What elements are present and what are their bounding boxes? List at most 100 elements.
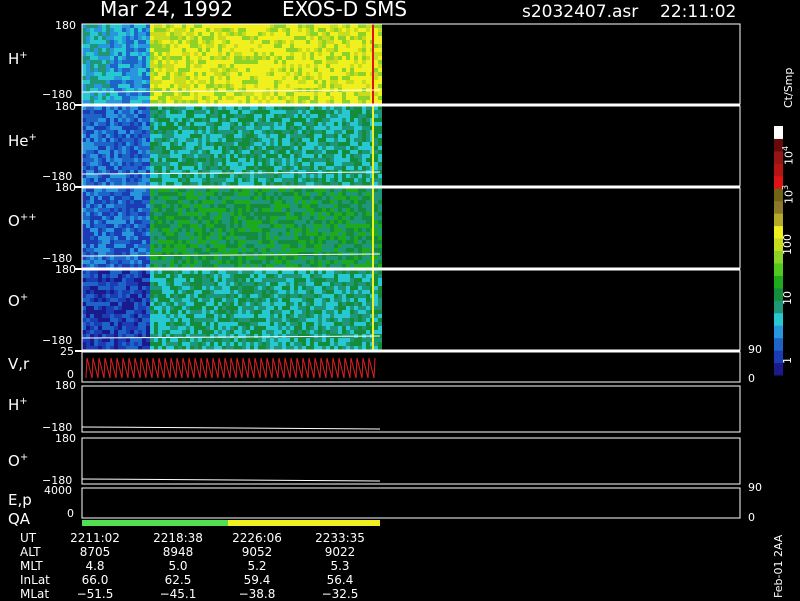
spectrogram-cell	[158, 72, 162, 76]
spectrogram-cell	[110, 76, 114, 80]
spectrogram-cell	[254, 236, 258, 240]
spectrogram-cell	[170, 224, 174, 228]
spectrogram-cell	[170, 76, 174, 80]
spectrogram-cell	[126, 182, 130, 186]
spectrogram-cell	[266, 256, 270, 260]
spectrogram-cell	[106, 32, 110, 36]
spectrogram-cell	[282, 220, 286, 224]
spectrogram-cell	[150, 270, 154, 274]
spectrogram-cell	[94, 56, 98, 60]
spectrogram-cell	[350, 106, 354, 110]
spectrogram-cell	[290, 100, 294, 104]
spectrogram-cell	[130, 314, 134, 318]
spectrogram-cell	[106, 134, 110, 138]
spectrogram-cell	[126, 244, 130, 248]
spectrogram-cell	[246, 154, 250, 158]
spectrogram-cell	[90, 270, 94, 274]
spectrogram-cell	[354, 150, 358, 154]
spectrogram-cell	[234, 192, 238, 196]
spectrogram-cell	[150, 188, 154, 192]
spectrogram-cell	[250, 264, 254, 268]
spectrogram-cell	[266, 60, 270, 64]
spectrogram-cell	[258, 150, 262, 154]
spectrogram-cell	[170, 220, 174, 224]
spectrogram-cell	[106, 270, 110, 274]
spectrogram-cell	[250, 236, 254, 240]
spectrogram-cell	[318, 196, 322, 200]
spectrogram-cell	[118, 342, 122, 346]
spectrogram-cell	[198, 220, 202, 224]
spectrogram-cell	[130, 40, 134, 44]
spectrogram-cell	[346, 162, 350, 166]
spectrogram-cell	[130, 174, 134, 178]
spectrogram-cell	[94, 274, 98, 278]
spectrogram-cell	[150, 244, 154, 248]
spectrogram-cell	[114, 122, 118, 126]
spectrogram-cell	[122, 322, 126, 326]
spectrogram-cell	[274, 134, 278, 138]
spectrogram-cell	[298, 60, 302, 64]
spectrogram-cell	[266, 142, 270, 146]
spectrogram-cell	[206, 126, 210, 130]
spectrogram-cell	[206, 248, 210, 252]
spectrogram-cell	[178, 110, 182, 114]
spectrogram-cell	[314, 122, 318, 126]
spectrogram-cell	[326, 142, 330, 146]
spectrogram-cell	[366, 166, 370, 170]
spectrogram-cell	[130, 310, 134, 314]
spectrogram-cell	[102, 154, 106, 158]
spectrogram-cell	[362, 130, 366, 134]
spectrogram-cell	[162, 130, 166, 134]
spectrogram-cell	[158, 60, 162, 64]
spectrogram-cell	[330, 216, 334, 220]
spectrogram-cell	[194, 40, 198, 44]
spectrogram-cell	[166, 310, 170, 314]
spectrogram-cell	[318, 174, 322, 178]
spectrogram-cell	[290, 228, 294, 232]
spectrogram-cell	[354, 256, 358, 260]
spectrogram-cell	[294, 182, 298, 186]
spectrogram-cell	[282, 182, 286, 186]
spectrogram-cell	[150, 200, 154, 204]
spectrogram-cell	[294, 224, 298, 228]
spectrogram-cell	[326, 118, 330, 122]
spectrogram-cell	[90, 72, 94, 76]
spectrogram-cell	[334, 264, 338, 268]
spectrogram-cell	[286, 76, 290, 80]
spectrogram-cell	[142, 306, 146, 310]
spectrogram-cell	[254, 150, 258, 154]
spectrogram-cell	[354, 80, 358, 84]
spectrogram-cell	[290, 216, 294, 220]
spectrogram-cell	[198, 28, 202, 32]
spectrogram-cell	[318, 166, 322, 170]
spectrogram-cell	[214, 36, 218, 40]
spectrogram-cell	[366, 158, 370, 162]
spectrogram-cell	[118, 122, 122, 126]
spectrogram-cell	[142, 150, 146, 154]
spectrogram-cell	[82, 100, 86, 104]
spectrogram-cell	[362, 208, 366, 212]
spectrogram-cell	[110, 274, 114, 278]
spectrogram-cell	[346, 142, 350, 146]
spectrogram-cell	[82, 256, 86, 260]
spectrogram-cell	[298, 216, 302, 220]
spectrogram-cell	[254, 208, 258, 212]
spectrogram-cell	[354, 56, 358, 60]
spectrogram-cell	[282, 216, 286, 220]
spectrogram-cell	[102, 232, 106, 236]
spectrogram-cell	[154, 208, 158, 212]
spectrogram-cell	[178, 100, 182, 104]
spectrogram-cell	[82, 182, 86, 186]
spectrogram-cell	[142, 134, 146, 138]
spectrogram-cell	[178, 274, 182, 278]
spectrogram-cell	[274, 232, 278, 236]
spectrogram-cell	[266, 244, 270, 248]
spectrogram-cell	[326, 228, 330, 232]
spectrogram-cell	[118, 294, 122, 298]
spectrogram-cell	[206, 52, 210, 56]
spectrogram-cell	[378, 36, 382, 40]
spectrogram-cell	[274, 256, 278, 260]
spectrogram-cell	[326, 134, 330, 138]
spectrogram-cell	[238, 68, 242, 72]
spectrogram-cell	[82, 36, 86, 40]
